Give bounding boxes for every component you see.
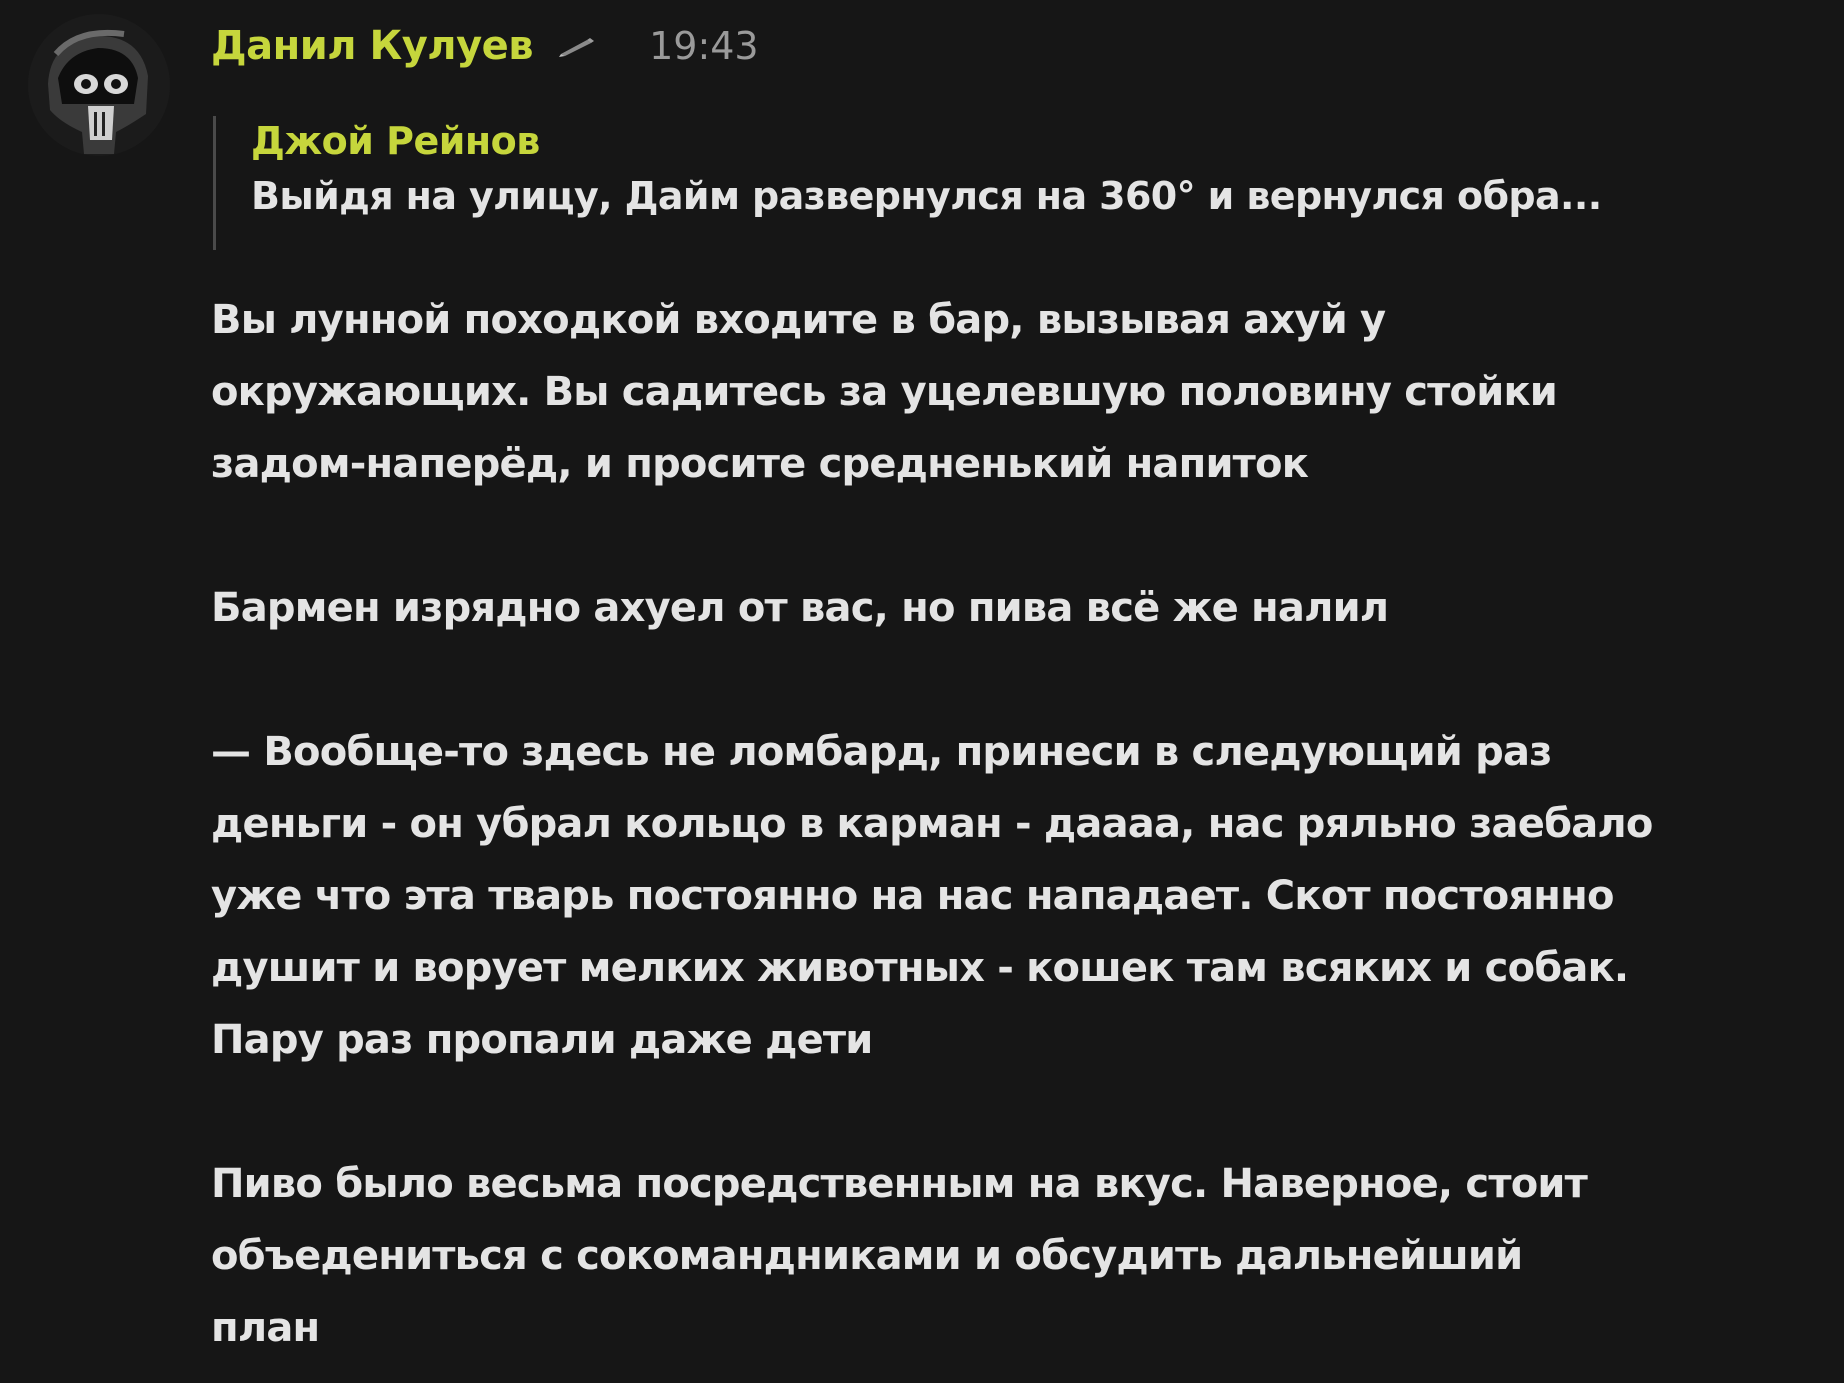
- reply-bar: [213, 116, 216, 250]
- avatar[interactable]: [28, 14, 170, 156]
- message-text: Вы лунной походкой входите в бар, вызыва…: [211, 284, 1811, 1364]
- message-line: план: [211, 1305, 320, 1351]
- message-line: душит и ворует мелких животных - кошек т…: [211, 945, 1629, 991]
- message-header: Данил Кулуев 19:43: [211, 18, 1811, 74]
- pen-icon: [557, 34, 597, 58]
- author-name[interactable]: Данил Кулуев: [211, 23, 534, 69]
- message-line: Бармен изрядно ахуел от вас, но пива всё…: [211, 585, 1389, 631]
- message-line: задом-наперёд, и просите средненький нап…: [211, 441, 1309, 487]
- message-line: Пиво было весьма посредственным на вкус.…: [211, 1161, 1588, 1207]
- message-line: Вы лунной походкой входите в бар, вызыва…: [211, 297, 1386, 343]
- reply-quote[interactable]: Джой Рейнов Выйдя на улицу, Дайм разверн…: [211, 116, 1811, 250]
- reply-text: Выйдя на улицу, Дайм развернулся на 360°…: [251, 174, 1602, 218]
- chat-message: Данил Кулуев 19:43 Джой Рейнов Выйдя на …: [0, 0, 1844, 1383]
- message-line: — Вообще-то здесь не ломбард, принеси в …: [211, 729, 1552, 775]
- message-line: окружающих. Вы садитесь за уцелевшую пол…: [211, 369, 1558, 415]
- message-line: деньги - он убрал кольцо в карман - дааа…: [211, 801, 1653, 847]
- reply-author: Джой Рейнов: [251, 119, 540, 163]
- message-content: Данил Кулуев 19:43 Джой Рейнов Выйдя на …: [211, 18, 1811, 1364]
- message-line: объедениться с сокомандниками и обсудить…: [211, 1233, 1523, 1279]
- message-time: 19:43: [649, 24, 759, 68]
- message-line: уже что эта тварь постоянно на нас напад…: [211, 873, 1614, 919]
- hooded-skull-avatar-icon: [28, 14, 170, 156]
- message-line: Пару раз пропали даже дети: [211, 1017, 873, 1063]
